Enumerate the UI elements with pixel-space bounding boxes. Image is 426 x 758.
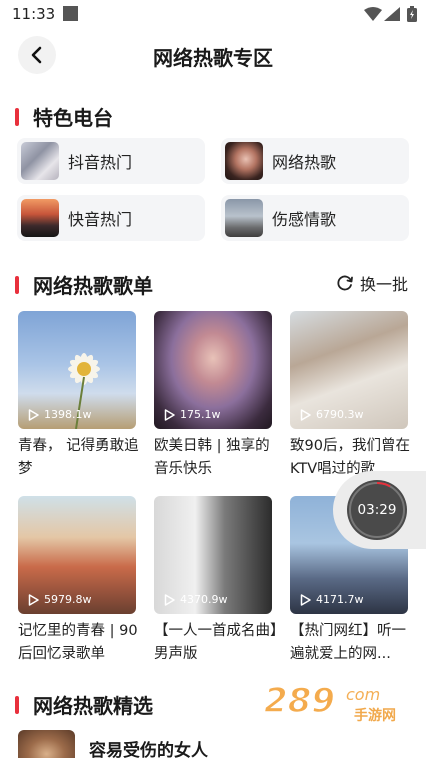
song-list-item[interactable]: 容易受伤的女人 bbox=[18, 730, 208, 758]
radio-card-kuaiyin[interactable]: 快音热门 bbox=[17, 195, 205, 241]
status-time: 11:33 bbox=[12, 5, 56, 23]
selected-songs-title: 网络热歌精选 bbox=[33, 694, 153, 718]
play-count-value: 5979.8w bbox=[44, 593, 92, 606]
playlist-card[interactable]: 6790.3w 致90后，我们曾在KTV唱过的歌 bbox=[290, 311, 410, 481]
radio-label: 抖音热门 bbox=[68, 153, 133, 172]
playlist-card[interactable]: 175.1w 欧美日韩 | 独享的音乐快乐 bbox=[154, 311, 272, 481]
playlists-heading: 网络热歌歌单 bbox=[15, 270, 153, 299]
radio-label: 伤感情歌 bbox=[272, 210, 337, 229]
site-watermark: 289 com 手游网 bbox=[262, 678, 412, 728]
section-accent-bar bbox=[15, 107, 19, 126]
section-accent-bar bbox=[15, 275, 19, 294]
play-icon bbox=[164, 408, 175, 421]
watermark-number: 289 bbox=[264, 681, 335, 721]
watermark-sub: 手游网 bbox=[354, 707, 396, 724]
battery-icon bbox=[407, 6, 417, 22]
play-count-value: 4370.9w bbox=[180, 593, 228, 606]
signal-icon bbox=[384, 7, 400, 21]
play-count: 4171.7w bbox=[300, 593, 364, 606]
page-title: 网络热歌专区 bbox=[153, 46, 273, 70]
song-title: 容易受伤的女人 bbox=[89, 741, 208, 758]
notification-icon bbox=[63, 6, 78, 21]
radio-thumbnail bbox=[225, 142, 263, 180]
featured-radio-heading: 特色电台 bbox=[15, 102, 113, 131]
refresh-icon bbox=[337, 275, 353, 291]
radio-thumbnail bbox=[225, 199, 263, 237]
play-count: 175.1w bbox=[164, 408, 221, 421]
play-count-value: 1398.1w bbox=[44, 408, 92, 421]
radio-thumbnail bbox=[21, 142, 59, 180]
song-cover bbox=[18, 730, 75, 758]
playlist-cover: 6790.3w bbox=[290, 311, 408, 429]
refresh-label: 换一批 bbox=[360, 275, 409, 294]
featured-radio-title: 特色电台 bbox=[33, 106, 113, 130]
refresh-button[interactable]: 换一批 bbox=[336, 271, 408, 295]
playlist-title: 青春， 记得勇敢追梦 bbox=[18, 438, 139, 477]
playlist-cover: 5979.8w bbox=[18, 496, 136, 614]
play-icon bbox=[300, 408, 311, 421]
play-count-value: 6790.3w bbox=[316, 408, 364, 421]
section-accent-bar bbox=[15, 695, 19, 714]
playlist-card[interactable]: 5979.8w 记忆里的青春 | 90后回忆录歌单 bbox=[18, 496, 138, 666]
play-count-value: 175.1w bbox=[180, 408, 221, 421]
status-bar: 11:33 bbox=[0, 0, 426, 30]
radio-label: 网络热歌 bbox=[272, 153, 337, 172]
floating-player[interactable]: 03:29 bbox=[333, 471, 426, 549]
radio-card-sad-songs[interactable]: 伤感情歌 bbox=[221, 195, 409, 241]
play-count: 5979.8w bbox=[28, 593, 92, 606]
playlist-card[interactable]: 1398.1w 青春， 记得勇敢追梦 bbox=[18, 311, 139, 481]
play-icon bbox=[300, 593, 311, 606]
playlist-title: 记忆里的青春 | 90后回忆录歌单 bbox=[18, 623, 138, 662]
play-icon bbox=[28, 408, 39, 421]
play-icon bbox=[28, 593, 39, 606]
playlist-cover: 175.1w bbox=[154, 311, 272, 429]
playlist-title: 【一人一首成名曲】男声版 bbox=[154, 623, 278, 662]
radio-card-web-hits[interactable]: 网络热歌 bbox=[221, 138, 409, 184]
radio-label: 快音热门 bbox=[68, 210, 133, 229]
playlist-title: 欧美日韩 | 独享的音乐快乐 bbox=[154, 438, 270, 477]
play-count: 4370.9w bbox=[164, 593, 228, 606]
wifi-icon bbox=[364, 7, 382, 21]
watermark-suffix: com bbox=[346, 685, 380, 704]
playlist-card[interactable]: 4370.9w 【一人一首成名曲】男声版 bbox=[154, 496, 277, 666]
play-count: 6790.3w bbox=[300, 408, 364, 421]
radio-card-douyin[interactable]: 抖音热门 bbox=[17, 138, 205, 184]
play-count-value: 4171.7w bbox=[316, 593, 364, 606]
play-icon bbox=[164, 593, 175, 606]
selected-songs-heading: 网络热歌精选 bbox=[15, 690, 153, 719]
playlists-title: 网络热歌歌单 bbox=[33, 274, 153, 298]
play-count: 1398.1w bbox=[28, 408, 92, 421]
playlist-cover: 1398.1w bbox=[18, 311, 136, 429]
radio-thumbnail bbox=[21, 199, 59, 237]
playlist-title: 【热门网红】听一遍就爱上的网... bbox=[290, 623, 406, 662]
playlist-cover: 4370.9w bbox=[154, 496, 272, 614]
progress-ring bbox=[349, 482, 405, 538]
